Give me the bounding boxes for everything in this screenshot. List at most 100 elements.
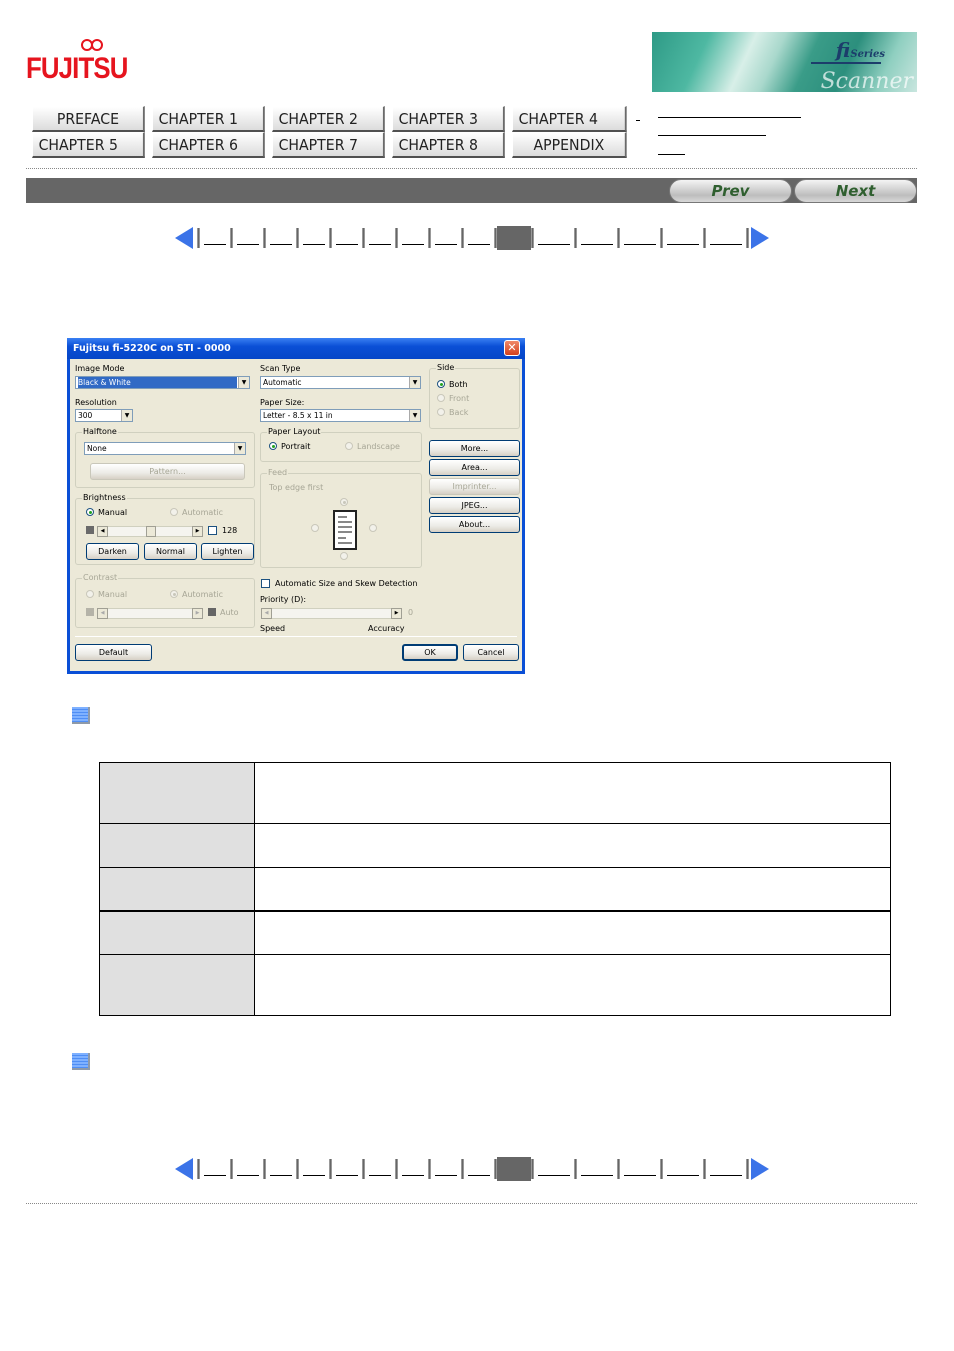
chevron-down-icon: ▼ [409, 377, 420, 388]
chapter-nav-chapter-6[interactable]: CHAPTER 6 [152, 132, 265, 158]
page-link[interactable] [464, 1159, 494, 1179]
resolution-value: 300 [78, 411, 93, 420]
ok-button[interactable]: OK [402, 644, 458, 661]
more-button[interactable]: More... [429, 440, 520, 457]
header-link-2[interactable] [658, 135, 766, 136]
page-link[interactable] [266, 1159, 296, 1179]
page-link[interactable] [398, 228, 428, 248]
slider-left-icon[interactable]: ◀ [97, 526, 108, 537]
page-link[interactable] [266, 228, 296, 248]
slider-left-icon[interactable]: ◀ [97, 608, 108, 619]
brightness-slider[interactable]: ◀ ▶ [97, 526, 203, 537]
page-link[interactable] [534, 1159, 574, 1179]
paper-size-value: Letter - 8.5 x 11 in [263, 411, 333, 420]
header-link-3[interactable] [658, 154, 685, 155]
scan-type-select[interactable]: Automatic ▼ [260, 376, 421, 389]
table-row [99, 910, 891, 955]
header-link-1[interactable] [658, 117, 801, 118]
portrait-radio[interactable] [269, 442, 277, 450]
feed-bottom-radio[interactable] [340, 552, 348, 560]
slider-right-icon[interactable]: ▶ [391, 608, 402, 619]
priority-slider[interactable]: ◀ ▶ [261, 608, 402, 619]
side-front-radio[interactable] [437, 394, 445, 402]
page-link[interactable] [365, 1159, 395, 1179]
page-link[interactable] [332, 228, 362, 248]
about-button[interactable]: About... [429, 516, 520, 533]
paper-size-select[interactable]: Letter - 8.5 x 11 in ▼ [260, 409, 421, 422]
chapter-nav-chapter-4[interactable]: CHAPTER 4 [512, 106, 627, 132]
brightness-automatic-radio[interactable] [170, 508, 178, 516]
page-link[interactable] [200, 228, 230, 248]
page-link[interactable] [620, 228, 660, 248]
page-link[interactable] [663, 228, 703, 248]
chapter-nav-chapter-5[interactable]: CHAPTER 5 [32, 132, 145, 158]
page-link[interactable] [332, 1159, 362, 1179]
page-link[interactable] [233, 1159, 263, 1179]
prev-page-arrow-icon[interactable] [175, 227, 193, 249]
darken-button[interactable]: Darken [86, 543, 139, 560]
chapter-nav-chapter-7[interactable]: CHAPTER 7 [272, 132, 385, 158]
nav-connector [636, 120, 640, 121]
chapter-nav-appendix[interactable]: APPENDIX [512, 132, 627, 158]
area-button[interactable]: Area... [429, 459, 520, 476]
page-link[interactable] [706, 228, 746, 248]
slider-left-icon[interactable]: ◀ [261, 608, 272, 619]
side-both-label: Both [449, 380, 468, 389]
default-button[interactable]: Default [75, 644, 152, 661]
priority-speed-label: Speed [260, 624, 286, 633]
next-page-arrow-icon[interactable] [751, 227, 769, 249]
page-link[interactable] [577, 228, 617, 248]
image-mode-value: Black & White [78, 377, 237, 388]
contrast-manual-radio[interactable] [86, 590, 94, 598]
page-link[interactable] [398, 1159, 428, 1179]
side-both-radio[interactable] [437, 380, 445, 388]
next-page-arrow-icon[interactable] [751, 1158, 769, 1180]
feed-left-radio[interactable] [311, 524, 319, 532]
slider-right-icon[interactable]: ▶ [192, 526, 203, 537]
side-back-radio[interactable] [437, 408, 445, 416]
page-link[interactable] [663, 1159, 703, 1179]
page-link[interactable] [299, 228, 329, 248]
chapter-nav-preface[interactable]: PREFACE [32, 106, 145, 132]
slider-right-icon[interactable]: ▶ [192, 608, 203, 619]
next-button[interactable]: Next [794, 179, 917, 203]
page-link[interactable] [464, 228, 494, 248]
chapter-nav-chapter-8[interactable]: CHAPTER 8 [392, 132, 505, 158]
lighten-button[interactable]: Lighten [201, 543, 254, 560]
contrast-automatic-radio[interactable] [170, 590, 178, 598]
page-link[interactable] [233, 228, 263, 248]
resolution-select[interactable]: 300 ▼ [75, 409, 133, 422]
chapter-nav-chapter-3[interactable]: CHAPTER 3 [392, 106, 505, 132]
imprinter-button[interactable]: Imprinter... [429, 478, 520, 495]
pattern-button[interactable]: Pattern... [90, 463, 245, 480]
landscape-radio[interactable] [345, 442, 353, 450]
prev-button[interactable]: Prev [669, 179, 792, 203]
brightness-manual-radio[interactable] [86, 508, 94, 516]
portrait-label: Portrait [281, 442, 311, 451]
page-link[interactable] [200, 1159, 230, 1179]
divider-bottom [26, 1203, 917, 1204]
page-link[interactable] [577, 1159, 617, 1179]
feed-right-radio[interactable] [369, 524, 377, 532]
jpeg-button[interactable]: JPEG... [429, 497, 520, 514]
page-link[interactable] [299, 1159, 329, 1179]
page-link[interactable] [706, 1159, 746, 1179]
image-mode-select[interactable]: Black & White ▼ [75, 376, 250, 389]
contrast-slider[interactable]: ◀ ▶ [97, 608, 203, 619]
auto-size-skew-checkbox[interactable] [261, 579, 270, 588]
chapter-nav-chapter-2[interactable]: CHAPTER 2 [272, 106, 385, 132]
feed-top-radio[interactable] [340, 498, 348, 506]
page-link[interactable] [365, 228, 395, 248]
page-link[interactable] [534, 228, 574, 248]
brightness-checkbox[interactable] [208, 526, 217, 535]
halftone-select[interactable]: None ▼ [84, 442, 246, 455]
chapter-nav-chapter-1[interactable]: CHAPTER 1 [152, 106, 265, 132]
prev-page-arrow-icon[interactable] [175, 1158, 193, 1180]
page-link[interactable] [431, 228, 461, 248]
page-link[interactable] [620, 1159, 660, 1179]
close-icon[interactable]: ✕ [504, 340, 520, 356]
slider-thumb[interactable] [146, 526, 156, 537]
cancel-button[interactable]: Cancel [463, 644, 519, 661]
page-link[interactable] [431, 1159, 461, 1179]
normal-button[interactable]: Normal [144, 543, 197, 560]
